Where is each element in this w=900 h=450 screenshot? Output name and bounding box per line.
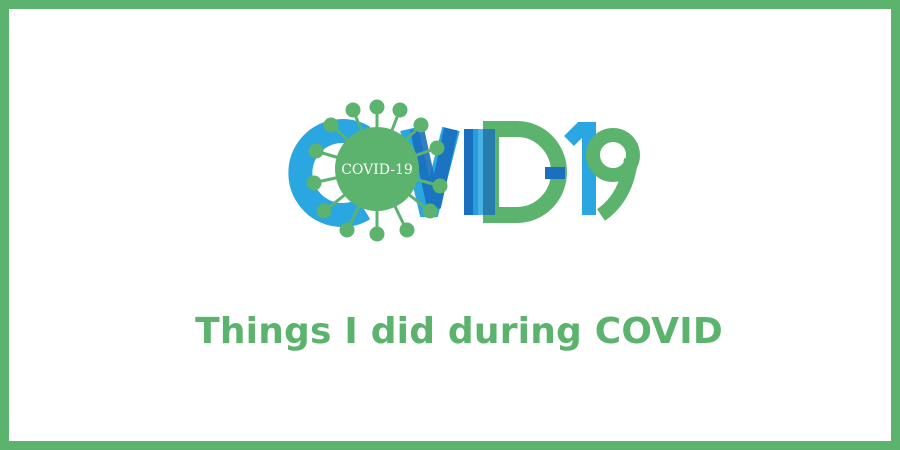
virus-label: COVID-19 — [341, 162, 413, 178]
green-frame: COVID-19 Things I did during COVID — [0, 0, 900, 450]
logo-letter-i-shadow — [473, 129, 483, 215]
logo-digit-1 — [564, 122, 596, 215]
logo-letter-d-stem — [483, 129, 495, 215]
covid-19-logo: COVID-19 — [288, 99, 640, 242]
logo-dash — [545, 167, 565, 179]
caption-title: Things I did during COVID — [195, 311, 723, 352]
